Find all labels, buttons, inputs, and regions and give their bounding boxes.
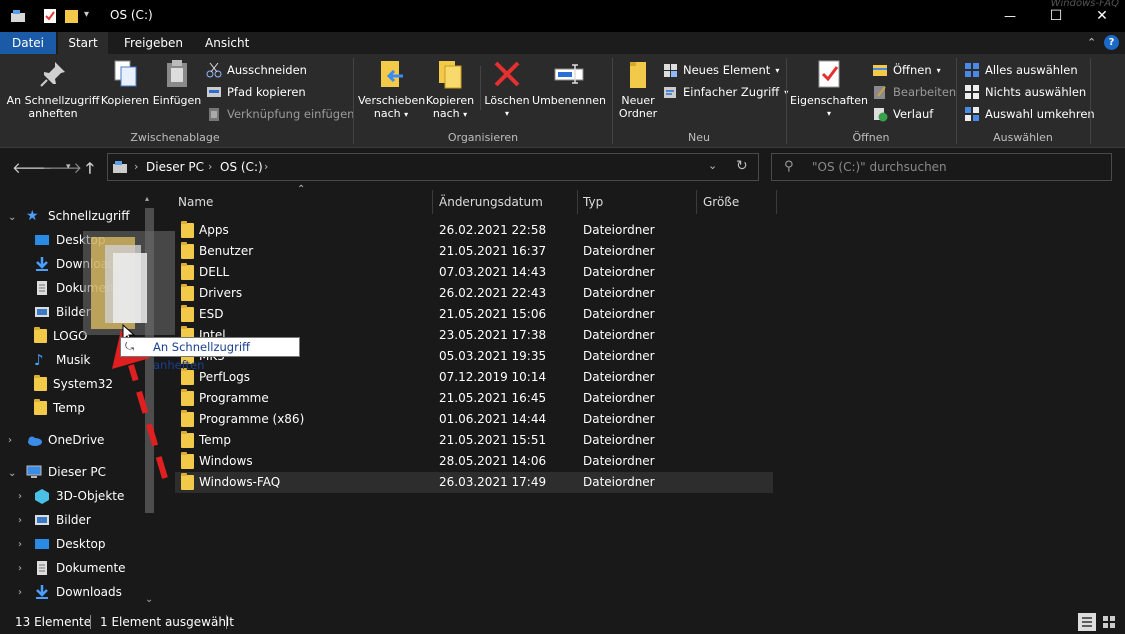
- red-arrow: [112, 330, 168, 479]
- drag-tooltip: ⤿ An Schnellzugriff anheften: [120, 337, 300, 372]
- tooltip-text: An Schnellzugriff anheften: [153, 340, 250, 372]
- status-bar: 13 Elemente 1 Element ausgewählt: [0, 610, 1125, 634]
- selected-count: 1 Element ausgewählt: [100, 615, 234, 629]
- item-count: 13 Elemente: [15, 615, 92, 629]
- details-view-icon[interactable]: [1078, 613, 1096, 631]
- status-divider: [90, 615, 91, 629]
- link-icon: ⤿: [125, 340, 135, 353]
- large-icons-view-icon[interactable]: [1100, 613, 1118, 631]
- status-divider: [226, 615, 227, 629]
